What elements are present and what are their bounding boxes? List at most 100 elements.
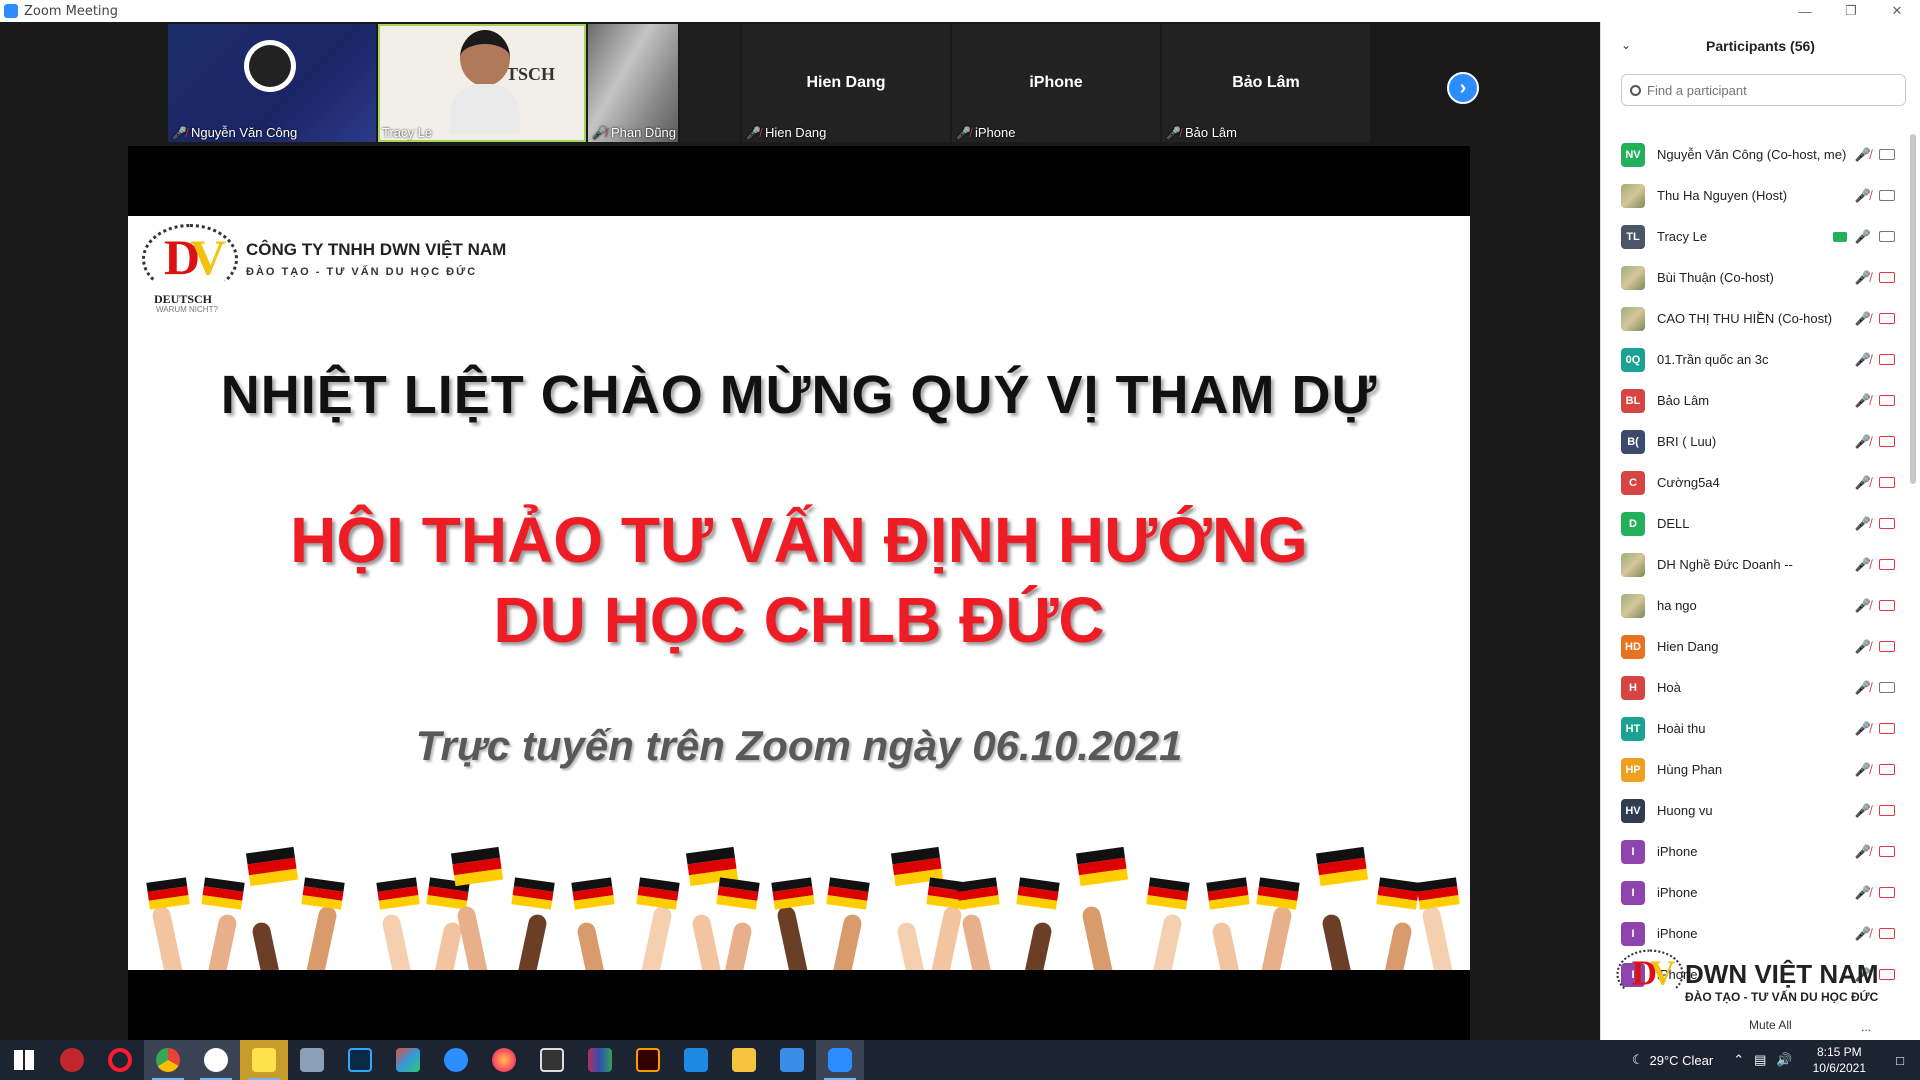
video-off-icon[interactable] <box>1879 887 1895 898</box>
participant-row[interactable]: Bùi Thuận (Co-host) 🎤̸ <box>1601 257 1901 298</box>
mic-muted-icon[interactable]: 🎤̸ <box>1855 311 1871 327</box>
photos-icon[interactable] <box>672 1040 720 1080</box>
snipping-tool-icon[interactable] <box>288 1040 336 1080</box>
participant-row[interactable]: C Cường5a4 🎤̸ <box>1601 462 1901 503</box>
weather-widget[interactable]: ☾ 29°C Clear <box>1632 1052 1713 1068</box>
participant-search[interactable] <box>1621 74 1906 106</box>
video-editor-icon[interactable] <box>768 1040 816 1080</box>
video-tile[interactable]: Bảo Lâm 🎤̸ Bảo Lâm <box>1162 24 1370 142</box>
mute-all-button[interactable]: Mute All <box>1749 1018 1792 1032</box>
video-off-icon[interactable] <box>1879 354 1895 365</box>
participant-row[interactable]: TL Tracy Le 🎤 <box>1601 216 1901 257</box>
video-off-icon[interactable] <box>1879 395 1895 406</box>
app-dark-icon[interactable] <box>528 1040 576 1080</box>
mic-muted-icon[interactable]: 🎤̸ <box>1855 885 1871 901</box>
restore-icon[interactable]: ❐ <box>1828 0 1874 22</box>
video-off-icon[interactable] <box>1879 272 1895 283</box>
close-icon[interactable]: ✕ <box>1874 0 1920 22</box>
waving-hand <box>455 904 489 970</box>
participant-row[interactable]: IiPhone 🎤̸ <box>1601 831 1901 872</box>
scrollbar[interactable] <box>1910 134 1916 484</box>
file-explorer-icon[interactable] <box>720 1040 768 1080</box>
mic-icon[interactable]: 🎤 <box>1855 229 1871 245</box>
winrar-icon[interactable] <box>576 1040 624 1080</box>
video-tile[interactable]: iPhone 🎤̸ iPhone <box>952 24 1160 142</box>
video-off-icon[interactable] <box>1879 518 1895 529</box>
video-off-icon[interactable] <box>1879 805 1895 816</box>
video-off-icon[interactable] <box>1879 641 1895 652</box>
zoom-taskbar-icon[interactable] <box>816 1040 864 1080</box>
firefox-icon[interactable] <box>480 1040 528 1080</box>
video-off-icon[interactable] <box>1879 436 1895 447</box>
video-tile[interactable]: 🎤̸ Nguyễn Văn Công <box>168 24 376 142</box>
participant-row[interactable]: Thu Ha Nguyen (Host) 🎤̸ <box>1601 175 1901 216</box>
video-icon[interactable] <box>1879 682 1895 693</box>
chrome-icon[interactable] <box>144 1040 192 1080</box>
mic-muted-icon[interactable]: 🎤̸ <box>1855 147 1871 163</box>
video-icon[interactable] <box>1879 231 1895 242</box>
participant-row[interactable]: 0Q 01.Trần quốc an 3c 🎤̸ <box>1601 339 1901 380</box>
next-page-button[interactable]: › <box>1447 72 1479 104</box>
mic-muted-icon[interactable]: 🎤̸ <box>1855 188 1871 204</box>
participant-row[interactable]: ha ngo 🎤̸ <box>1601 585 1901 626</box>
participant-row[interactable]: B(BRI ( Luu) 🎤̸ <box>1601 421 1901 462</box>
video-off-icon[interactable] <box>1879 969 1895 980</box>
participant-row[interactable]: DH Nghề Đức Doanh -- 🎤̸ <box>1601 544 1901 585</box>
video-off-icon[interactable] <box>1879 313 1895 324</box>
notification-icon[interactable]: □ <box>1880 1040 1920 1080</box>
participant-row[interactable]: HD Hien Dang 🎤̸ <box>1601 626 1901 667</box>
participant-row[interactable]: HT Hoài thu 🎤̸ <box>1601 708 1901 749</box>
participant-row[interactable]: HP Hùng Phan 🎤̸ <box>1601 749 1901 790</box>
video-icon[interactable] <box>1879 190 1895 201</box>
video-off-icon[interactable] <box>1879 764 1895 775</box>
video-off-icon[interactable] <box>1879 846 1895 857</box>
mic-muted-icon[interactable]: 🎤̸ <box>1855 844 1871 860</box>
participant-row[interactable]: CAO THỊ THU HIỀN (Co-host) 🎤̸ <box>1601 298 1901 339</box>
tray-chevron-icon[interactable]: ⌃ <box>1733 1052 1744 1068</box>
windows-start-icon[interactable] <box>0 1040 48 1080</box>
video-off-icon[interactable] <box>1879 928 1895 939</box>
collapse-chevron-icon[interactable]: ⌄ <box>1621 38 1631 52</box>
participant-row[interactable]: NV Nguyễn Văn Công (Co-host, me) 🎤̸ <box>1601 134 1901 175</box>
mic-muted-icon[interactable]: 🎤̸ <box>1855 721 1871 737</box>
search-input[interactable] <box>1647 82 1887 98</box>
app-round-icon[interactable] <box>432 1040 480 1080</box>
mic-muted-icon[interactable]: 🎤̸ <box>1855 434 1871 450</box>
mic-muted-icon[interactable]: 🎤̸ <box>1855 270 1871 286</box>
video-off-icon[interactable] <box>1879 600 1895 611</box>
app-icon[interactable] <box>48 1040 96 1080</box>
mic-muted-icon[interactable]: 🎤̸ <box>1855 516 1871 532</box>
participant-row[interactable]: D DELL 🎤̸ <box>1601 503 1901 544</box>
volume-icon[interactable]: 🔊 <box>1776 1052 1792 1068</box>
participant-row[interactable]: IiPhone 🎤̸ <box>1601 872 1901 913</box>
illustrator-icon[interactable] <box>624 1040 672 1080</box>
video-off-icon[interactable] <box>1879 723 1895 734</box>
video-tile-active-speaker[interactable]: TSCH Tracy Le <box>378 24 586 142</box>
mic-muted-icon[interactable]: 🎤̸ <box>1855 680 1871 696</box>
minimize-icon[interactable]: — <box>1782 0 1828 22</box>
participant-row[interactable]: HV Huong vu 🎤̸ <box>1601 790 1901 831</box>
sticky-notes-icon[interactable] <box>240 1040 288 1080</box>
mic-muted-icon[interactable]: 🎤̸ <box>1855 803 1871 819</box>
video-off-icon[interactable] <box>1879 559 1895 570</box>
video-tile[interactable]: 🎤̸ Phan Dũng <box>588 24 678 142</box>
chrome-profile-icon[interactable] <box>192 1040 240 1080</box>
mic-muted-icon[interactable]: 🎤̸ <box>1855 557 1871 573</box>
participant-row[interactable]: H Hoà 🎤̸ <box>1601 667 1901 708</box>
photoshop-icon[interactable] <box>336 1040 384 1080</box>
more-button[interactable]: ... <box>1861 1020 1871 1034</box>
video-tile[interactable]: Hien Dang 🎤̸ Hien Dang <box>742 24 950 142</box>
video-icon[interactable] <box>1879 149 1895 160</box>
mic-muted-icon[interactable]: 🎤̸ <box>1855 393 1871 409</box>
participant-row[interactable]: BL Bảo Lâm 🎤̸ <box>1601 380 1901 421</box>
mic-muted-icon[interactable]: 🎤̸ <box>1855 598 1871 614</box>
mic-muted-icon[interactable]: 🎤̸ <box>1855 762 1871 778</box>
mic-muted-icon[interactable]: 🎤̸ <box>1855 352 1871 368</box>
video-off-icon[interactable] <box>1879 477 1895 488</box>
opera-icon[interactable] <box>96 1040 144 1080</box>
network-icon[interactable]: ▤ <box>1754 1052 1766 1068</box>
app-cube-icon[interactable] <box>384 1040 432 1080</box>
clock[interactable]: 8:15 PM 10/6/2021 <box>1813 1044 1866 1076</box>
mic-muted-icon[interactable]: 🎤̸ <box>1855 639 1871 655</box>
mic-muted-icon[interactable]: 🎤̸ <box>1855 475 1871 491</box>
